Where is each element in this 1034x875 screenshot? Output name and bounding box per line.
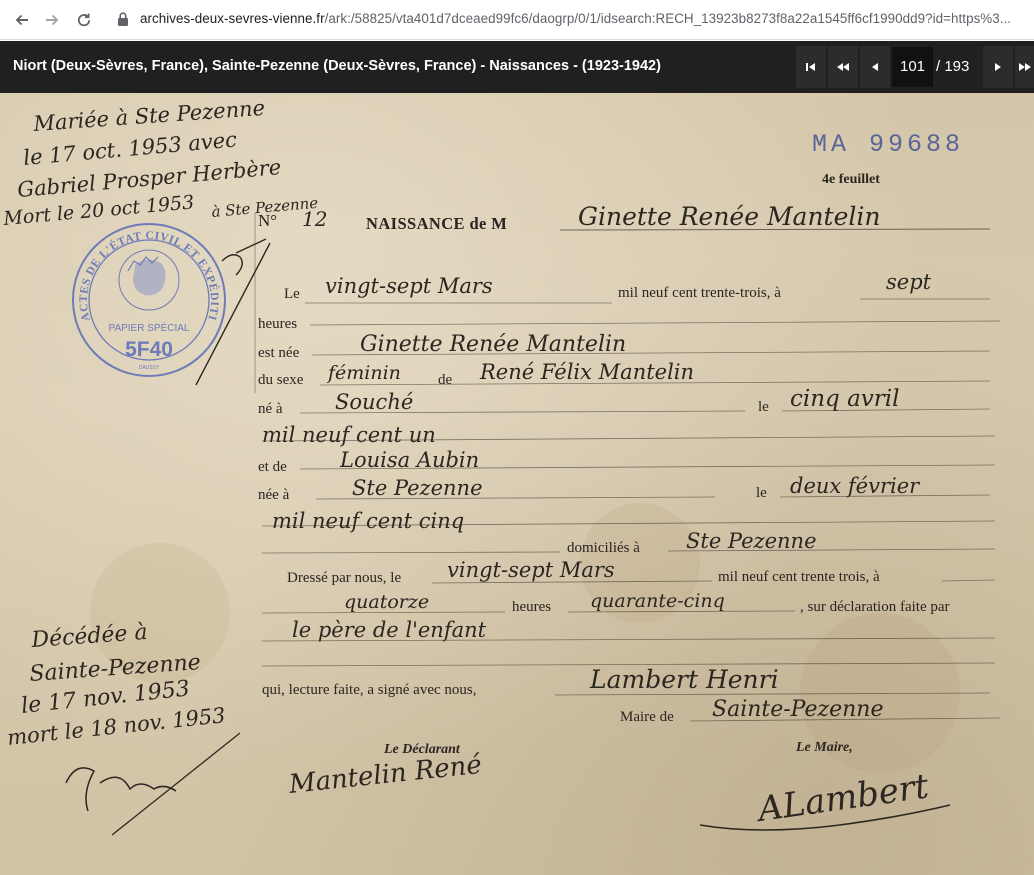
- page-number-input[interactable]: [892, 47, 933, 87]
- document-scan: ACTES DE L'ÉTAT CIVIL ET EXPÉDITIONS PAP…: [0, 93, 1001, 836]
- forward-arrow-icon: [46, 14, 59, 26]
- stamp-number: MA 99688: [812, 130, 964, 159]
- document-image[interactable]: ACTES DE L'ÉTAT CIVIL ET EXPÉDITIONS PAP…: [0, 93, 1034, 875]
- hw-hour: sept: [886, 270, 932, 294]
- label-du-sexe: du sexe: [258, 372, 304, 388]
- paper-texture: [90, 503, 960, 773]
- label-lecture: qui, lecture faite, a signé avec nous,: [262, 682, 477, 698]
- hw-drawn-hour: quatorze: [344, 591, 429, 613]
- hw-commune: Sainte-Pezenne: [712, 697, 884, 722]
- first-page-button[interactable]: [796, 46, 826, 88]
- label-le-maire: Le Maire,: [795, 740, 853, 755]
- label-et-de: et de: [258, 459, 287, 475]
- child-name-heading: Ginette Renée Mantelin: [578, 202, 881, 231]
- hw-officer: Lambert Henri: [589, 665, 779, 694]
- document-title: Niort (Deux-Sèvres, France), Sainte-Peze…: [13, 58, 661, 74]
- previous-icon: [872, 63, 878, 71]
- next-page-button[interactable]: [983, 46, 1013, 88]
- hw-father-place: Souché: [335, 390, 413, 414]
- hw-mother-year: mil neuf cent cinq: [272, 509, 464, 533]
- page-total: / 193: [936, 58, 970, 75]
- fast-rewind-icon: [837, 63, 849, 71]
- previous-ten-button[interactable]: [828, 46, 858, 88]
- hw-sexe: féminin: [326, 362, 401, 384]
- label-year: mil neuf cent trente-trois, à: [618, 285, 781, 301]
- stamp-label: PAPIER SPÉCIAL: [109, 321, 190, 334]
- label-year2: mil neuf cent trente trois, à: [718, 569, 880, 585]
- label-le-mother: le: [756, 485, 767, 501]
- signature-maire: ALambert: [753, 766, 932, 830]
- address-bar[interactable]: archives-deux-sevres-vienne.fr/ark:/5882…: [140, 11, 1034, 27]
- reload-icon: [77, 13, 91, 27]
- hw-drawn-min: quarante-cinq: [590, 590, 725, 612]
- label-le-father: le: [758, 399, 769, 415]
- hw-father-year: mil neuf cent un: [262, 423, 436, 447]
- next-ten-button[interactable]: [1015, 46, 1034, 88]
- stamp-bottom-text: DAUSSY: [139, 365, 160, 371]
- label-est-nee: est née: [258, 345, 300, 361]
- first-page-icon: [806, 63, 815, 71]
- label-dresse: Dressé par nous, le: [287, 570, 401, 586]
- act-heading: NAISSANCE de M: [366, 214, 507, 233]
- row-date: Le vingt-sept Mars mil neuf cent trente-…: [284, 270, 990, 304]
- hw-father-date: cinq avril: [790, 386, 900, 412]
- hw-father: René Félix Mantelin: [479, 360, 694, 384]
- label-domicilies: domiciliés à: [567, 540, 640, 556]
- label-ne-a: né à: [258, 401, 283, 417]
- hw-declarant: le père de l'enfant: [292, 618, 487, 642]
- stamp-price: 5F40: [125, 338, 173, 361]
- label-heures2: heures: [512, 599, 551, 615]
- label-heures: heures: [258, 316, 297, 332]
- label-maire-de: Maire de: [620, 709, 674, 725]
- forward-button[interactable]: [39, 7, 65, 33]
- url-path: /ark:/58825/vta401d7dceaed99fc6/daogrp/0…: [324, 11, 1012, 26]
- feuillet-label: 4e feuillet: [822, 172, 880, 187]
- label-de: de: [438, 372, 453, 388]
- hw-domicile: Ste Pezenne: [686, 529, 817, 553]
- lock-icon[interactable]: [116, 11, 130, 27]
- hw-birth-date: vingt-sept Mars: [325, 274, 493, 298]
- signature-declarant: Mantelin René: [287, 750, 484, 800]
- previous-page-button[interactable]: [860, 46, 890, 88]
- hw-drawn-date: vingt-sept Mars: [447, 558, 615, 582]
- back-button[interactable]: [9, 7, 35, 33]
- next-icon: [995, 63, 1001, 71]
- url-domain: archives-deux-sevres-vienne.fr: [140, 11, 325, 26]
- back-arrow-icon: [15, 14, 28, 26]
- browser-toolbar: archives-deux-sevres-vienne.fr/ark:/5882…: [0, 0, 1034, 40]
- label-nee-a: née à: [258, 487, 290, 503]
- fast-forward-icon: [1018, 63, 1031, 71]
- label-declaration: , sur déclaration faite par: [800, 599, 950, 615]
- hw-mother-date: deux février: [790, 474, 921, 498]
- hw-mother-place: Ste Pezenne: [352, 476, 483, 500]
- label-le: Le: [284, 286, 300, 302]
- reload-button[interactable]: [71, 7, 97, 33]
